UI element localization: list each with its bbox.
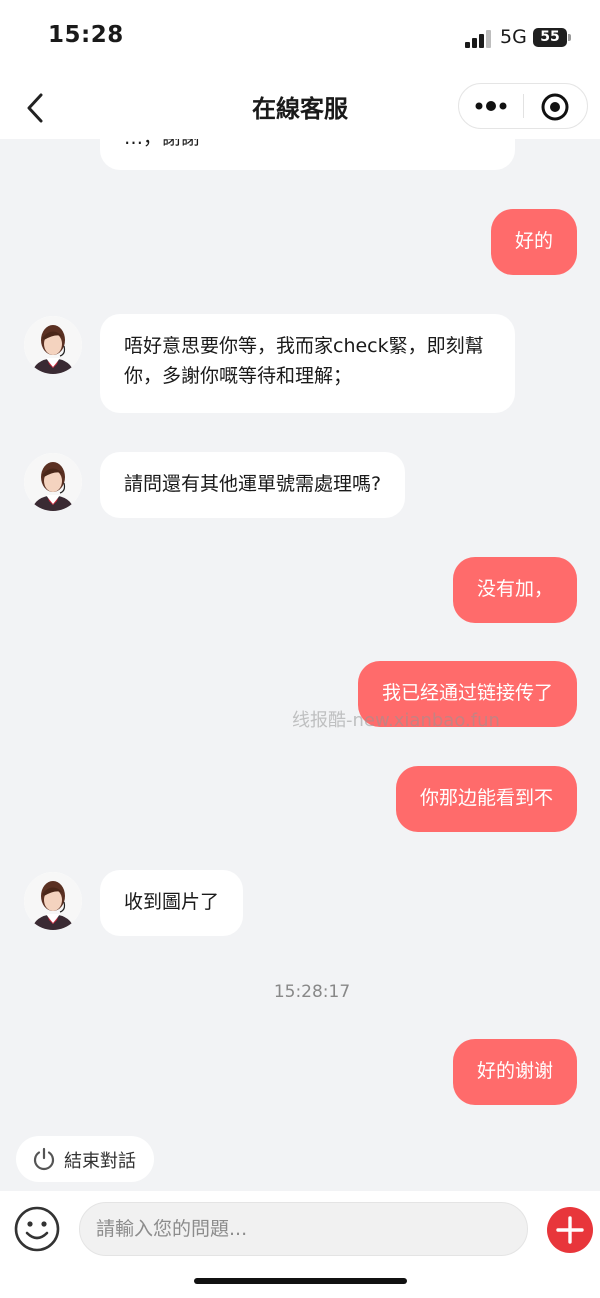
agent-avatar [24,316,82,374]
end-chat-label: 結束對話 [64,1151,136,1172]
more-icon[interactable] [469,88,513,124]
message-input-bar [0,1191,600,1298]
home-indicator [194,1278,407,1284]
end-chat-button[interactable]: 結束對話 [16,1136,154,1182]
message-bubble-user: 好的谢谢 [452,1039,577,1105]
cellular-signal-icon [465,30,491,48]
add-button[interactable] [547,1207,593,1253]
message-bubble-user: 好的 [490,209,577,275]
agent-avatar-image [24,316,82,374]
plus-icon [556,1216,584,1244]
message-input[interactable] [79,1202,528,1256]
agent-avatar-image [24,872,82,930]
status-bar: 15:28 5G 55 [0,0,600,75]
agent-avatar [24,453,82,511]
nav-bar: 在線客服 [0,75,600,139]
message-bubble-agent: …，謝謝 [100,139,515,170]
battery-tip [568,34,571,41]
network-type: 5G [500,26,527,48]
close-target-icon[interactable] [539,91,571,123]
watermark: 线报酷-new.xianbao.fun [292,710,500,731]
message-bubble-user: 没有加， [452,557,577,623]
back-icon[interactable] [22,91,52,125]
message-bubble-agent: 唔好意思要你等，我而家check緊，即刻幫你，多謝你嘅等待和理解； [100,314,515,413]
message-timestamp: 15:28:17 [273,982,351,1002]
power-icon [33,1147,55,1171]
battery-icon: 55 [533,28,567,47]
message-bubble-agent: 請問還有其他運單號需處理嗎? [100,452,406,518]
emoji-icon[interactable] [13,1205,61,1253]
chat-message-list[interactable]: …，謝謝 好的 唔好意思要你等，我而家check緊，即刻幫你，多謝你嘅等待和理解… [0,139,600,1191]
mini-program-capsule [458,83,588,129]
status-time: 15:28 [48,22,124,48]
agent-avatar-image [24,453,82,511]
message-bubble-agent: 收到圖片了 [100,870,244,936]
agent-avatar [24,872,82,930]
capsule-divider [523,94,524,118]
message-bubble-user: 你那边能看到不 [395,766,577,832]
